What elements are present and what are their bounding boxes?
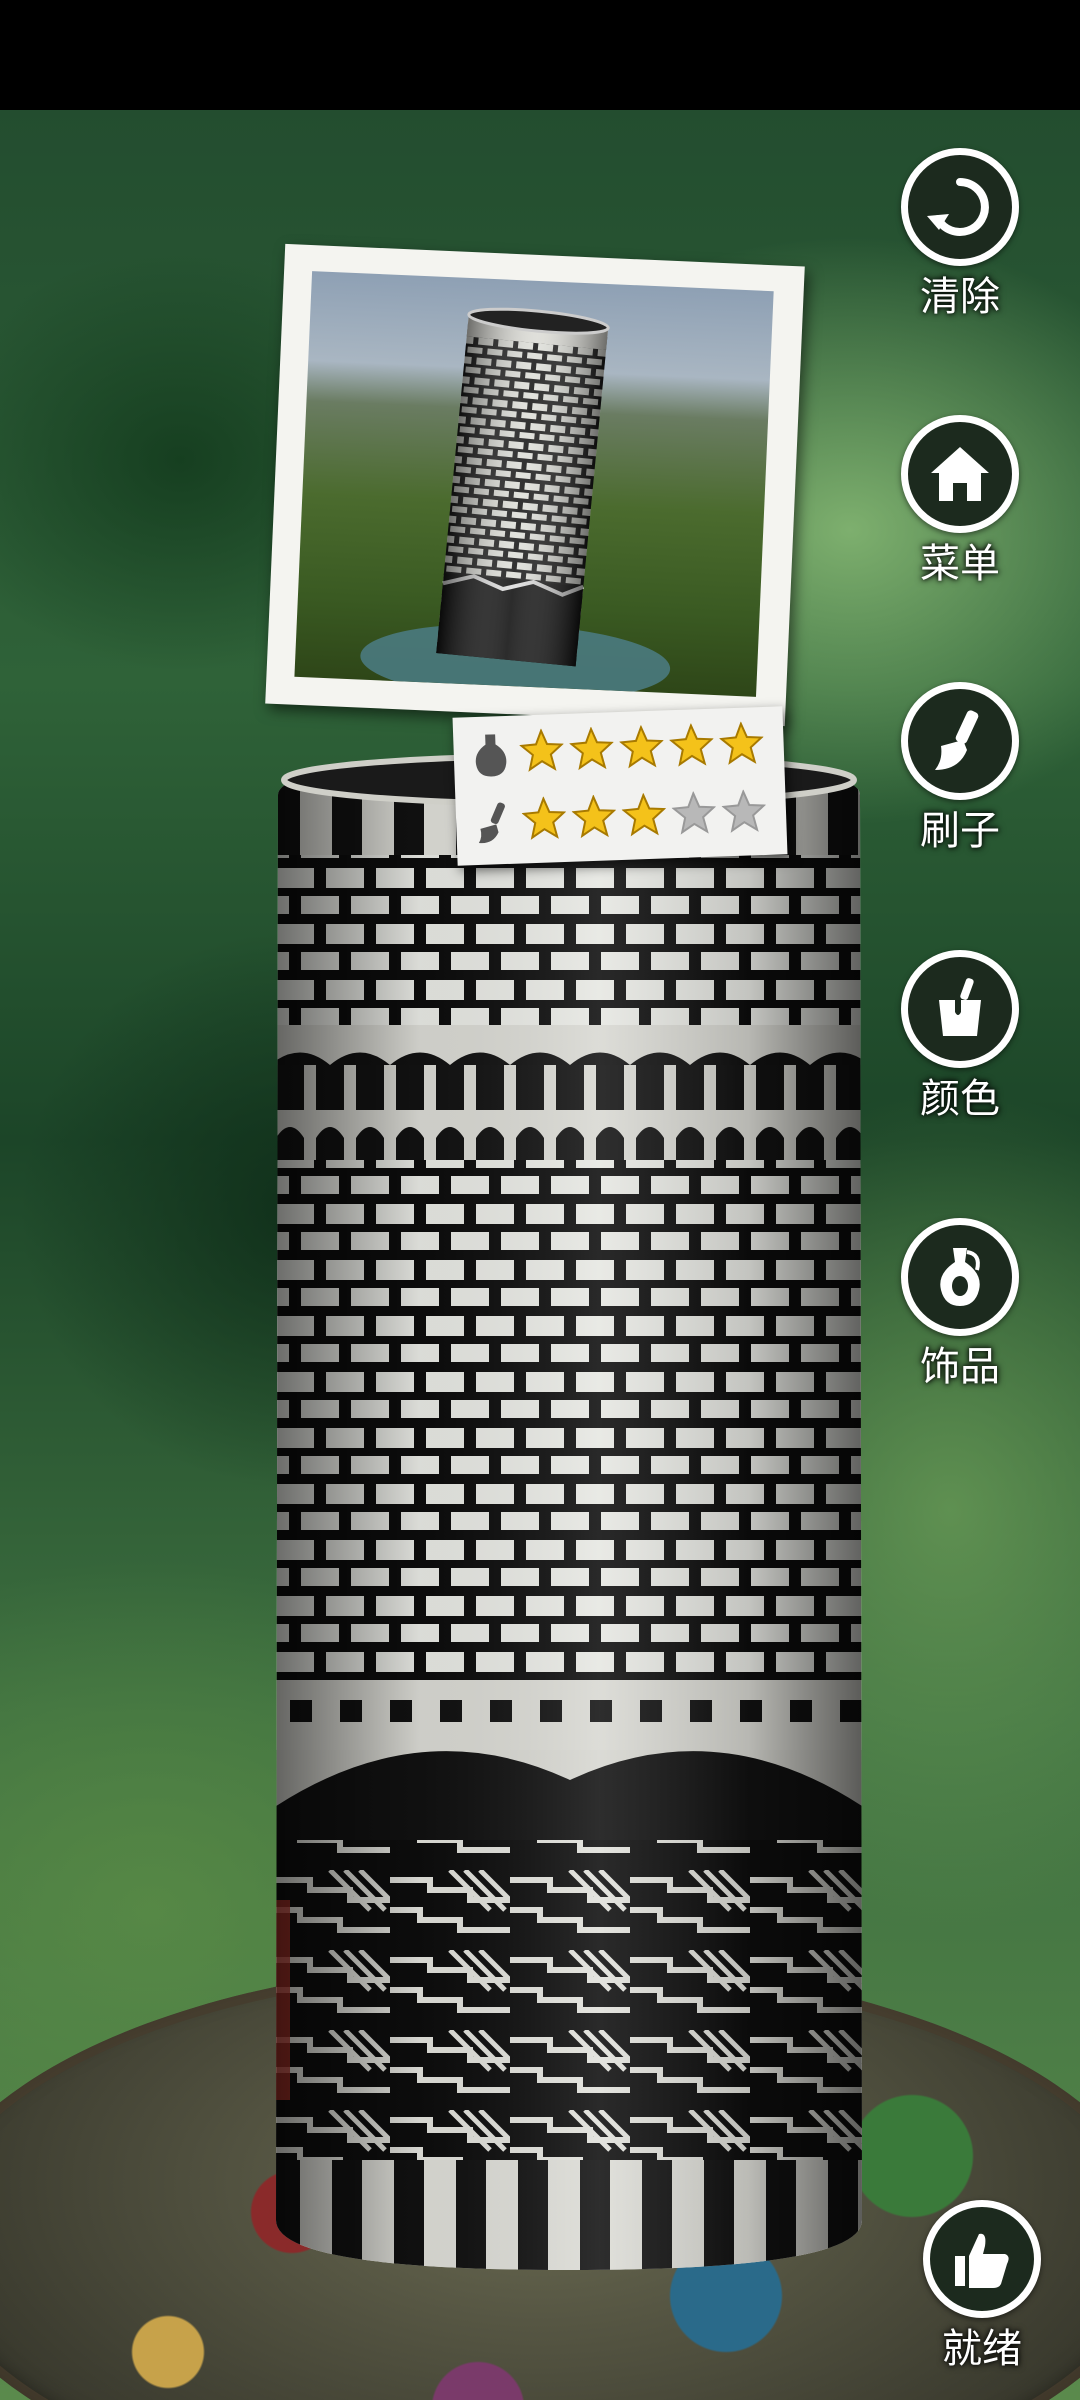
paint-rating-row	[465, 783, 777, 856]
target-vase-drawing	[360, 307, 671, 697]
brush-icon	[901, 682, 1019, 800]
clear-button[interactable]: 清除	[890, 148, 1030, 320]
decoration-button[interactable]: 饰品	[890, 1218, 1030, 1390]
star-filled-icon	[571, 794, 617, 839]
brush-button[interactable]: 刷子	[890, 682, 1030, 854]
clear-label: 清除	[920, 274, 1000, 320]
star-empty-icon	[721, 789, 767, 833]
star-filled-icon	[618, 724, 664, 769]
thumbs-up-icon	[923, 2200, 1041, 2318]
rating-card	[452, 706, 788, 866]
status-bar	[0, 0, 1080, 110]
color-button[interactable]: 颜色	[890, 950, 1030, 1122]
menu-label: 菜单	[920, 541, 1000, 587]
star-empty-icon	[671, 790, 717, 835]
star-filled-icon	[568, 726, 614, 771]
star-filled-icon	[519, 728, 564, 772]
vase-icon	[475, 734, 507, 777]
menu-button[interactable]: 菜单	[890, 415, 1030, 587]
shape-rating-row	[463, 715, 775, 788]
paint-bucket-icon	[901, 950, 1019, 1068]
star-filled-icon	[668, 722, 714, 767]
color-label: 颜色	[920, 1076, 1000, 1122]
decoration-label: 饰品	[920, 1344, 1000, 1390]
refresh-icon	[901, 148, 1019, 266]
pottery-vase[interactable]	[270, 750, 868, 2280]
target-photo-card	[265, 243, 805, 727]
home-icon	[901, 415, 1019, 533]
brush-icon	[478, 802, 505, 844]
ready-button[interactable]: 就绪	[912, 2200, 1052, 2372]
pottery-vase-drawing	[276, 753, 862, 2270]
game-scene: 清除 菜单 刷子 颜色 饰品 就绪	[0, 0, 1080, 2400]
shape-stars	[463, 715, 773, 772]
target-vase-photo	[294, 271, 774, 697]
brush-label: 刷子	[920, 808, 1000, 854]
star-filled-icon	[621, 792, 667, 837]
vase-icon	[901, 1218, 1019, 1336]
ready-label: 就绪	[942, 2326, 1022, 2372]
star-filled-icon	[718, 721, 764, 765]
star-filled-icon	[521, 796, 567, 840]
